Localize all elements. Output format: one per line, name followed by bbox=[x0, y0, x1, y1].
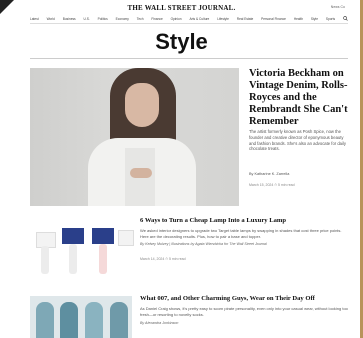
featured-article-meta: March 15, 2024 ⏱ 5 min read bbox=[249, 183, 295, 187]
nav-item-business[interactable]: Business bbox=[63, 17, 76, 21]
featured-article-summary: The artist formerly known as Posh Spice,… bbox=[249, 129, 346, 152]
lamp-article-summary: We asked interior designers to upgrade t… bbox=[140, 228, 342, 239]
nav-item-opinion[interactable]: Opinion bbox=[171, 17, 182, 21]
nav-item-lifestyle[interactable]: Lifestyle bbox=[217, 17, 229, 21]
menswear-article-byline: By Alexandra Jonkinson bbox=[140, 321, 179, 325]
featured-article-headline[interactable]: Victoria Beckham on Vintage Denim, Rolls… bbox=[249, 68, 349, 128]
nav-item-latest[interactable]: Latest bbox=[30, 17, 39, 21]
lamp-shade-white-2 bbox=[118, 230, 134, 246]
nav-item-politics[interactable]: Politics bbox=[98, 17, 108, 21]
lamp-article-byline: By Kelsey Mulvey | Illustrations by Agat… bbox=[140, 242, 267, 246]
menswear-article-summary: As Daniel Craig shows, it's pretty easy … bbox=[140, 306, 348, 317]
menswear-article-headline[interactable]: What 007, and Other Charming Guys, Wear … bbox=[140, 295, 355, 302]
nav-item-style[interactable]: Style bbox=[311, 17, 318, 21]
lamp-article-headline[interactable]: 6 Ways to Turn a Cheap Lamp Into a Luxur… bbox=[140, 217, 355, 224]
nav-item-us[interactable]: U.S. bbox=[84, 17, 90, 21]
search-icon[interactable] bbox=[343, 16, 348, 22]
menswear-article-image[interactable] bbox=[30, 296, 132, 338]
figure-4 bbox=[110, 302, 128, 338]
nav-item-health[interactable]: Health bbox=[294, 17, 303, 21]
lamp-shade-blue-2 bbox=[92, 228, 114, 244]
section-divider bbox=[30, 58, 348, 59]
featured-article-byline[interactable]: By Katharine K. Zarrella bbox=[249, 172, 289, 176]
lamp-base-white bbox=[41, 246, 49, 274]
nav-item-tech[interactable]: Tech bbox=[137, 17, 144, 21]
figure-2 bbox=[60, 302, 78, 338]
nav-item-world[interactable]: World bbox=[47, 17, 55, 21]
portrait-hand bbox=[130, 168, 152, 178]
lamp-shade-blue bbox=[62, 228, 84, 244]
main-navigation: Latest World Business U.S. Politics Econ… bbox=[30, 15, 348, 24]
lamp-article-meta: March 14, 2024 ⏱ 5 min read bbox=[140, 257, 186, 261]
featured-article-image[interactable] bbox=[30, 68, 239, 206]
lamp-article-image[interactable] bbox=[30, 218, 134, 280]
figure-1 bbox=[36, 302, 54, 338]
portrait-face bbox=[125, 83, 159, 127]
nav-item-sports[interactable]: Sports bbox=[326, 17, 335, 21]
section-title: Style bbox=[155, 29, 208, 54]
lamp-base-white-2 bbox=[69, 244, 77, 274]
nav-item-personal-finance[interactable]: Personal Finance bbox=[261, 17, 286, 21]
nav-item-arts-culture[interactable]: Arts & Culture bbox=[189, 17, 209, 21]
nav-item-real-estate[interactable]: Real Estate bbox=[237, 17, 253, 21]
figure-3 bbox=[85, 302, 103, 338]
masthead-logo[interactable]: THE WALL STREET JOURNAL. bbox=[0, 4, 363, 12]
nav-item-finance[interactable]: Finance bbox=[151, 17, 162, 21]
lamp-base-pink bbox=[99, 244, 107, 274]
nav-item-economy[interactable]: Economy bbox=[116, 17, 129, 21]
utility-link[interactable]: News Co bbox=[331, 5, 345, 9]
